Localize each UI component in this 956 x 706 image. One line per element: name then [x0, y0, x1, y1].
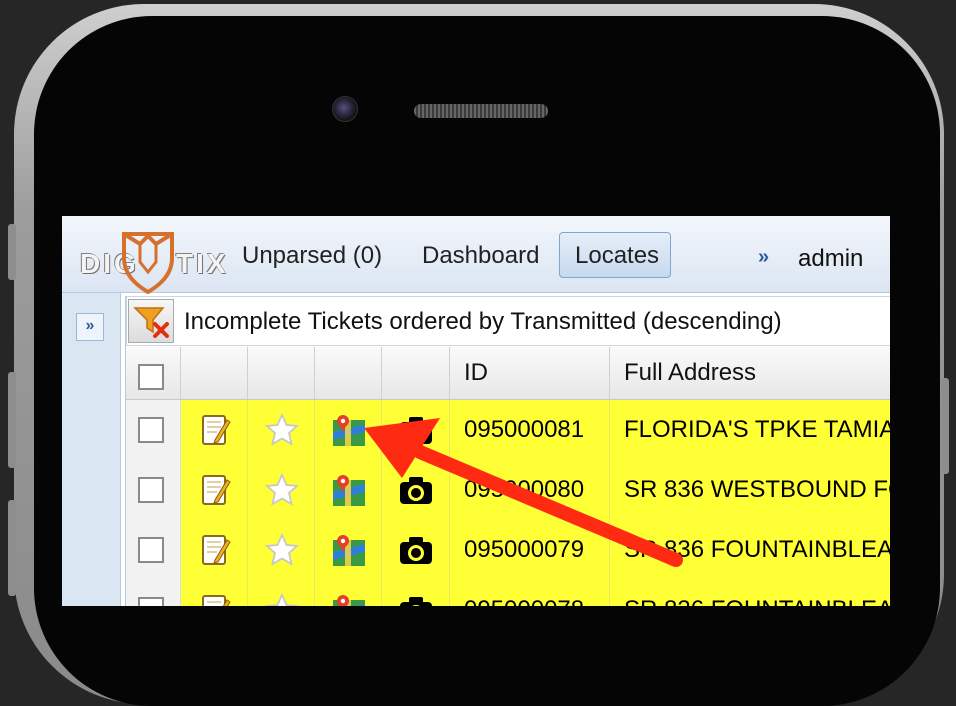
row-address-cell: SR 836 FOUNTAINBLEAU — [610, 520, 890, 580]
row-photo-cell — [382, 520, 450, 580]
nav-dashboard[interactable]: Dashboard — [422, 242, 539, 270]
row-map-cell — [315, 580, 382, 606]
digtix-logo: DIG TIX — [78, 226, 238, 294]
row-address-cell-text: SR 836 WESTBOUND FO — [624, 476, 890, 503]
table-row[interactable]: 095000081 FLORIDA'S TPKE TAMIA — [126, 400, 890, 461]
row-select-cell — [126, 580, 181, 606]
row-address-cell-text: SR 836 FOUNTAINBLEAU — [624, 536, 890, 563]
phone-mute-switch — [8, 224, 16, 280]
header-id[interactable]: ID — [450, 347, 610, 399]
nav-locates[interactable]: Locates — [559, 232, 671, 278]
row-id-cell-text: 095000080 — [464, 476, 585, 503]
grid-title-bar: Incomplete Tickets ordered by Transmitte… — [126, 296, 890, 346]
double-chevron-right-icon[interactable]: » — [758, 246, 769, 269]
row-address-cell-text: SR 836 FOUNTAINBLEAU — [624, 596, 890, 606]
row-map-cell — [315, 400, 382, 460]
front-camera-icon — [332, 96, 358, 122]
top-navigation-bar: DIG TIX Unparsed (0) Dashboard Locates »… — [62, 216, 890, 294]
clear-filter-button[interactable] — [128, 299, 174, 343]
row-address-cell: SR 836 WESTBOUND FO — [610, 460, 890, 520]
collapsed-sidebar: » — [62, 293, 121, 606]
table-row[interactable]: 095000080 SR 836 WESTBOUND FO — [126, 460, 890, 521]
row-checkbox[interactable] — [138, 597, 164, 606]
phone-volume-down-button — [8, 500, 16, 596]
row-edit-cell — [181, 460, 248, 520]
row-map-cell — [315, 520, 382, 580]
row-photo-cell — [382, 460, 450, 520]
row-favorite-cell — [248, 400, 315, 460]
header-edit-column[interactable] — [181, 347, 248, 399]
row-checkbox[interactable] — [138, 477, 164, 503]
row-edit-cell — [181, 580, 248, 606]
row-edit-cell — [181, 520, 248, 580]
row-favorite-cell — [248, 520, 315, 580]
nav-unparsed[interactable]: Unparsed (0) — [242, 242, 382, 270]
earpiece-speaker — [414, 104, 548, 118]
row-checkbox[interactable] — [138, 537, 164, 563]
row-id-cell-text: 095000078 — [464, 596, 584, 606]
row-photo-cell — [382, 580, 450, 606]
header-full-address-label: Full Address — [624, 359, 757, 386]
row-edit-cell — [181, 400, 248, 460]
row-select-cell — [126, 460, 181, 520]
header-full-address[interactable]: Full Address — [610, 347, 890, 399]
row-id-cell: 095000081 — [450, 400, 610, 460]
row-address-cell: SR 836 FOUNTAINBLEAU — [610, 580, 890, 606]
shield-logo-icon — [122, 232, 174, 294]
row-select-cell — [126, 400, 181, 460]
grid-title: Incomplete Tickets ordered by Transmitte… — [184, 308, 782, 335]
logo-text-right: TIX — [176, 248, 229, 279]
clear-filter-icon — [133, 307, 169, 338]
header-select-all — [126, 347, 181, 399]
app-screen: DIG TIX Unparsed (0) Dashboard Locates »… — [62, 216, 890, 606]
row-address-cell: FLORIDA'S TPKE TAMIA — [610, 400, 890, 460]
tickets-grid: Incomplete Tickets ordered by Transmitte… — [125, 296, 890, 606]
grid-header-row: ID Full Address — [126, 347, 890, 400]
row-photo-cell — [382, 400, 450, 460]
row-favorite-cell — [248, 580, 315, 606]
table-row[interactable]: 095000079 SR 836 FOUNTAINBLEAU — [126, 520, 890, 581]
header-map-column[interactable] — [315, 347, 382, 399]
row-address-cell-text: FLORIDA'S TPKE TAMIA — [624, 416, 890, 443]
row-id-cell: 095000080 — [450, 460, 610, 520]
header-photo-column[interactable] — [382, 347, 450, 399]
row-id-cell: 095000078 — [450, 580, 610, 606]
phone-volume-up-button — [8, 372, 16, 468]
row-select-cell — [126, 520, 181, 580]
row-id-cell-text: 095000081 — [464, 416, 585, 443]
expand-sidebar-icon[interactable]: » — [76, 313, 104, 341]
table-row[interactable]: 095000078 SR 836 FOUNTAINBLEAU — [126, 580, 890, 606]
select-all-checkbox[interactable] — [138, 364, 164, 390]
nav-locates-label: Locates — [575, 242, 660, 269]
header-favorite-column[interactable] — [248, 347, 315, 399]
row-id-cell-text: 095000079 — [464, 536, 585, 563]
user-menu[interactable]: admin — [798, 245, 863, 273]
row-id-cell: 095000079 — [450, 520, 610, 580]
row-checkbox[interactable] — [138, 417, 164, 443]
phone-power-button — [941, 378, 949, 474]
row-favorite-cell — [248, 460, 315, 520]
row-map-cell — [315, 460, 382, 520]
header-id-label: ID — [464, 359, 488, 386]
